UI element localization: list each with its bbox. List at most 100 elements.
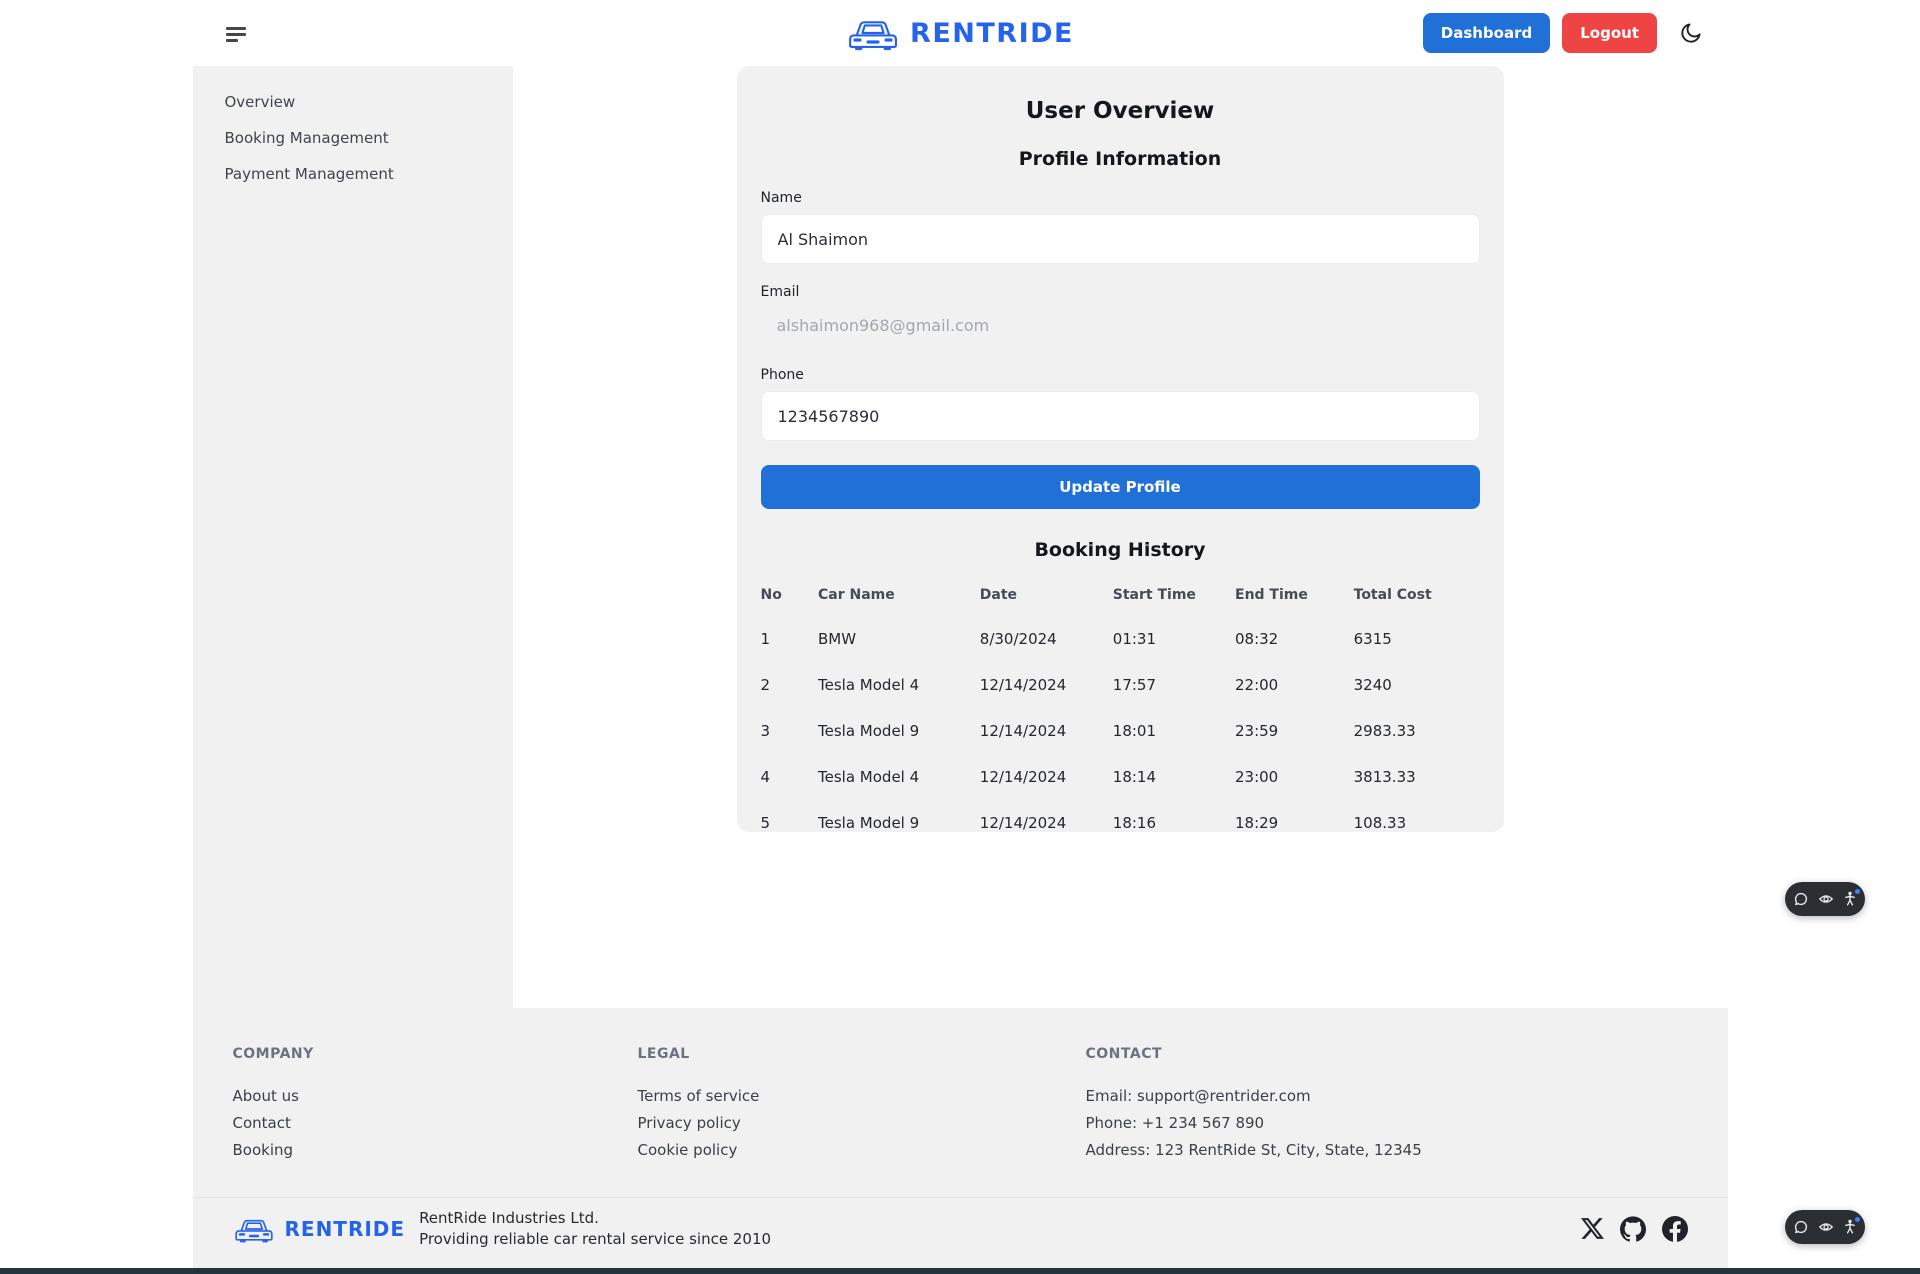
table-row: 5Tesla Model 912/14/202418:1618:29108.33 [761,801,1480,847]
table-row: 1BMW8/30/202401:3108:326315 [761,617,1480,663]
car-logo-icon [233,1215,275,1243]
footer-contact-column: CONTACT Email: support@rentrider.comPhon… [1086,1046,1688,1163]
phone-field: Phone [761,367,1480,441]
menu-button[interactable] [220,18,252,51]
footer-contact-line: Address: 123 RentRide St, City, State, 1… [1086,1136,1688,1163]
table-cell: 8/30/2024 [980,617,1113,663]
table-cell: 1 [761,617,819,663]
table-cell: 23:59 [1235,709,1354,755]
email-input [761,308,1480,347]
phone-input[interactable] [761,391,1480,441]
theme-toggle-button[interactable] [1677,19,1705,47]
table-row: 4Tesla Model 412/14/202418:1423:003813.3… [761,755,1480,801]
column-header-car-name: Car Name [818,579,980,617]
footer: COMPANY About usContactBooking LEGAL Ter… [193,1008,1728,1268]
moon-icon [1679,21,1703,45]
name-label: Name [761,190,1480,206]
sidebar: OverviewBooking ManagementPayment Manage… [193,66,513,1008]
chat-icon[interactable] [1793,1219,1809,1235]
header: RENTRIDE Dashboard Logout [0,0,1920,66]
table-cell: 18:16 [1113,801,1235,847]
table-cell: BMW [818,617,980,663]
table-cell: 12/14/2024 [980,801,1113,847]
footer-tagline: Providing reliable car rental service si… [419,1229,771,1250]
accessibility-person-icon[interactable] [1843,1219,1857,1235]
table-cell: 108.33 [1354,801,1480,847]
table-cell: Tesla Model 9 [818,801,980,847]
booking-history-title: Booking History [761,539,1480,561]
footer-contact-line: Email: support@rentrider.com [1086,1082,1688,1109]
footer-legal-heading: LEGAL [638,1046,1086,1062]
table-cell: Tesla Model 9 [818,709,980,755]
table-cell: 18:14 [1113,755,1235,801]
footer-company-heading: COMPANY [233,1046,638,1062]
page-title: User Overview [761,98,1480,124]
table-cell: 4 [761,755,819,801]
column-header-total-cost: Total Cost [1354,579,1480,617]
sidebar-item-overview[interactable]: Overview [193,84,513,120]
footer-company-links: About usContactBooking [233,1082,638,1163]
footer-legal-links: Terms of servicePrivacy policyCookie pol… [638,1082,1086,1163]
table-header-row: NoCar NameDateStart TimeEnd TimeTotal Co… [761,579,1480,617]
eye-icon[interactable] [1818,1219,1834,1235]
facebook-social-button[interactable] [1662,1216,1688,1242]
footer-bottom-bar: RENTRIDE RentRide Industries Ltd. Provid… [193,1197,1728,1259]
footer-company-name: RentRide Industries Ltd. [419,1208,771,1229]
footer-contact-lines: Email: support@rentrider.comPhone: +1 23… [1086,1082,1688,1163]
table-cell: 22:00 [1235,663,1354,709]
user-overview-card: User Overview Profile Information Name E… [737,66,1504,832]
accessibility-person-icon[interactable] [1843,891,1857,907]
car-logo-icon [846,15,900,51]
footer-link-about-us[interactable]: About us [233,1082,638,1109]
table-cell: 2983.33 [1354,709,1480,755]
column-header-start-time: Start Time [1113,579,1235,617]
footer-brand-logo[interactable]: RENTRIDE [233,1215,406,1243]
chat-icon[interactable] [1793,891,1809,907]
github-icon [1620,1216,1646,1242]
booking-history-table: NoCar NameDateStart TimeEnd TimeTotal Co… [761,579,1480,847]
table-cell: 18:01 [1113,709,1235,755]
footer-link-contact[interactable]: Contact [233,1109,638,1136]
footer-brand-wordmark: RENTRIDE [285,1217,406,1241]
x-social-button[interactable] [1581,1217,1604,1240]
logout-button[interactable]: Logout [1562,13,1657,53]
table-row: 3Tesla Model 912/14/202418:0123:592983.3… [761,709,1480,755]
brand-logo[interactable]: RENTRIDE [846,15,1074,51]
footer-contact-heading: CONTACT [1086,1046,1688,1062]
table-cell: 23:00 [1235,755,1354,801]
table-row: 2Tesla Model 412/14/202417:5722:003240 [761,663,1480,709]
table-body: 1BMW8/30/202401:3108:3263152Tesla Model … [761,617,1480,847]
table-cell: 6315 [1354,617,1480,663]
accessibility-widget-bottom[interactable] [1785,1210,1865,1244]
name-field: Name [761,190,1480,264]
email-field: Email [761,284,1480,347]
footer-link-booking[interactable]: Booking [233,1136,638,1163]
footer-company-column: COMPANY About usContactBooking [233,1046,638,1163]
table-cell: 12/14/2024 [980,709,1113,755]
table-cell: 3813.33 [1354,755,1480,801]
dashboard-button[interactable]: Dashboard [1423,13,1550,53]
column-header-end-time: End Time [1235,579,1354,617]
footer-link-privacy-policy[interactable]: Privacy policy [638,1109,1086,1136]
eye-icon[interactable] [1818,891,1834,907]
hamburger-icon [226,27,246,30]
github-social-button[interactable] [1620,1216,1646,1242]
table-cell: 08:32 [1235,617,1354,663]
profile-section-title: Profile Information [761,148,1480,170]
table-cell: 17:57 [1113,663,1235,709]
social-links [1581,1216,1688,1242]
column-header-date: Date [980,579,1113,617]
column-header-no: No [761,579,819,617]
footer-link-terms-of-service[interactable]: Terms of service [638,1082,1086,1109]
table-cell: 3 [761,709,819,755]
phone-label: Phone [761,367,1480,383]
footer-contact-line: Phone: +1 234 567 890 [1086,1109,1688,1136]
sidebar-item-payment-management[interactable]: Payment Management [193,156,513,192]
name-input[interactable] [761,214,1480,264]
accessibility-widget-top[interactable] [1785,882,1865,916]
table-cell: Tesla Model 4 [818,755,980,801]
footer-link-cookie-policy[interactable]: Cookie policy [638,1136,1086,1163]
table-cell: 2 [761,663,819,709]
update-profile-button[interactable]: Update Profile [761,465,1480,509]
sidebar-item-booking-management[interactable]: Booking Management [193,120,513,156]
